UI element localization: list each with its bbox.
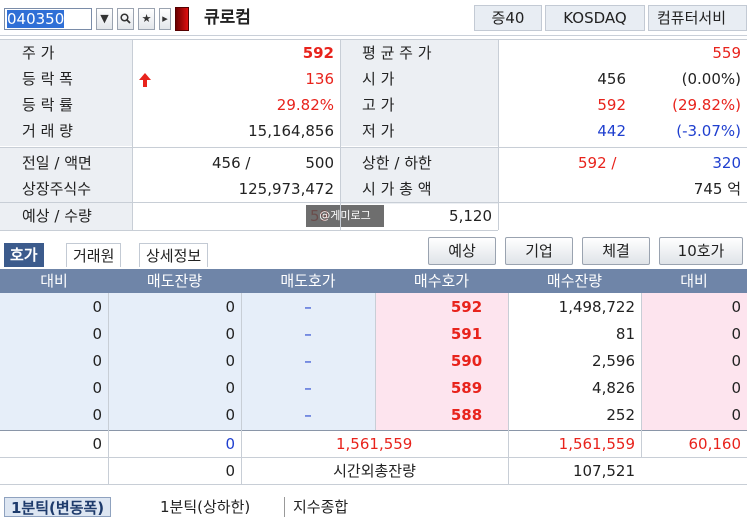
- ask-price[interactable]: –: [241, 348, 375, 375]
- face-value: 500: [305, 154, 334, 172]
- low-label: 저 가: [362, 122, 395, 140]
- ask-qty: 0: [225, 298, 235, 316]
- margin-tag: 증40: [474, 5, 542, 31]
- ask-diff: 0: [92, 325, 102, 343]
- expected-button[interactable]: 예상: [428, 237, 496, 265]
- bid-diff: 0: [731, 406, 741, 424]
- bid-diff: 0: [731, 298, 741, 316]
- trades-button[interactable]: 체결: [582, 237, 650, 265]
- change-label: 등 락 폭: [22, 70, 73, 88]
- ten-hoga-button[interactable]: 10호가: [659, 237, 743, 265]
- ask-diff: 0: [92, 298, 102, 316]
- stock-name: 큐로컴: [204, 8, 251, 28]
- header-bid-qty: 매수잔량: [546, 272, 603, 290]
- listed-value: 125,973,472: [238, 180, 334, 198]
- header-ask-diff: 대비: [40, 272, 68, 290]
- avg-value: 559: [712, 44, 741, 62]
- total-bid-volume: 1,561,559: [558, 435, 635, 453]
- tab-1min-limits[interactable]: 1분틱(상하한): [160, 497, 250, 517]
- tab-index-overview[interactable]: 지수종합: [284, 497, 348, 517]
- tab-hoga[interactable]: 호가: [4, 243, 44, 267]
- stock-code-input[interactable]: 040350: [4, 8, 92, 30]
- header-bid-diff: 대비: [680, 272, 708, 290]
- bid-price[interactable]: 589: [375, 375, 508, 402]
- low-value: 442: [597, 122, 626, 140]
- mcap-label: 시 가 총 액: [362, 180, 432, 198]
- high-pct: (29.82%): [672, 96, 741, 114]
- company-button[interactable]: 기업: [505, 237, 573, 265]
- lower-limit: 320: [712, 154, 741, 172]
- bid-qty: 1,498,722: [558, 298, 635, 316]
- dropdown-arrow-icon[interactable]: ▼: [96, 8, 113, 30]
- total-bid-diff: 60,160: [688, 435, 742, 453]
- after-hours-bid-qty: 107,521: [572, 462, 635, 480]
- ask-qty: 0: [225, 352, 235, 370]
- after-hours-label: 시간외총잔량: [333, 462, 416, 480]
- low-pct: (-3.07%): [676, 122, 741, 140]
- after-hours-ask-qty: 0: [225, 462, 235, 480]
- change-value: 136: [305, 70, 334, 88]
- market-tag: KOSDAQ: [545, 5, 645, 31]
- sector-tag: 컴퓨터서비: [648, 5, 747, 31]
- ask-qty: 0: [225, 379, 235, 397]
- bid-qty: 252: [606, 406, 635, 424]
- tab-broker[interactable]: 거래원: [66, 243, 122, 267]
- volume-value: 15,164,856: [248, 122, 334, 140]
- mcap-value: 745 억: [693, 180, 741, 198]
- ask-price[interactable]: –: [241, 402, 375, 429]
- ask-price[interactable]: –: [241, 321, 375, 348]
- limit-label: 상한 / 하한: [362, 154, 432, 172]
- ask-qty: 0: [225, 406, 235, 424]
- rate-label: 등 락 률: [22, 96, 73, 114]
- bid-qty: 81: [615, 325, 635, 343]
- open-label: 시 가: [362, 70, 395, 88]
- high-label: 고 가: [362, 96, 395, 114]
- ask-price[interactable]: –: [241, 375, 375, 402]
- volume-label: 거 래 량: [22, 122, 73, 140]
- header-ask-price: 매도호가: [280, 272, 336, 290]
- bid-price[interactable]: 592: [375, 294, 508, 321]
- total-ask-qty: 0: [225, 435, 235, 453]
- search-icon[interactable]: [117, 8, 134, 30]
- header-bid-price: 매수호가: [413, 272, 470, 290]
- bid-diff: 0: [731, 325, 741, 343]
- bid-diff: 0: [731, 379, 741, 397]
- price-label: 주 가: [22, 44, 55, 62]
- arrow-right-icon[interactable]: ▸: [159, 8, 171, 30]
- open-value: 456: [597, 70, 626, 88]
- high-value: 592: [597, 96, 626, 114]
- bid-diff: 0: [731, 352, 741, 370]
- listed-label: 상장주식수: [22, 180, 92, 198]
- ask-diff: 0: [92, 379, 102, 397]
- open-pct: (0.00%): [681, 70, 741, 88]
- total-ask-volume: 1,561,559: [336, 435, 413, 453]
- expected-label: 예상 / 수량: [22, 207, 92, 225]
- rate-value: 29.82%: [276, 96, 334, 114]
- total-ask-diff: 0: [92, 435, 102, 453]
- tab-details[interactable]: 상세정보: [139, 243, 209, 267]
- color-marker-icon: [175, 7, 189, 31]
- bid-price[interactable]: 591: [375, 321, 508, 348]
- bid-price[interactable]: 588: [375, 402, 508, 429]
- star-icon[interactable]: ★: [138, 8, 155, 30]
- prev-face-label: 전일 / 액면: [22, 154, 92, 172]
- bid-price[interactable]: 590: [375, 348, 508, 375]
- bid-qty: 4,826: [592, 379, 635, 397]
- bid-qty: 2,596: [592, 352, 635, 370]
- avg-label: 평 균 주 가: [362, 44, 432, 62]
- ask-price[interactable]: –: [241, 294, 375, 321]
- expected-qty: 5,120: [449, 207, 492, 225]
- header-ask-qty: 매도잔량: [146, 272, 203, 290]
- ask-diff: 0: [92, 406, 102, 424]
- ask-diff: 0: [92, 352, 102, 370]
- current-price: 592: [302, 44, 334, 62]
- ask-qty: 0: [225, 325, 235, 343]
- tab-1min-volatility[interactable]: 1분틱(변동폭): [4, 497, 112, 517]
